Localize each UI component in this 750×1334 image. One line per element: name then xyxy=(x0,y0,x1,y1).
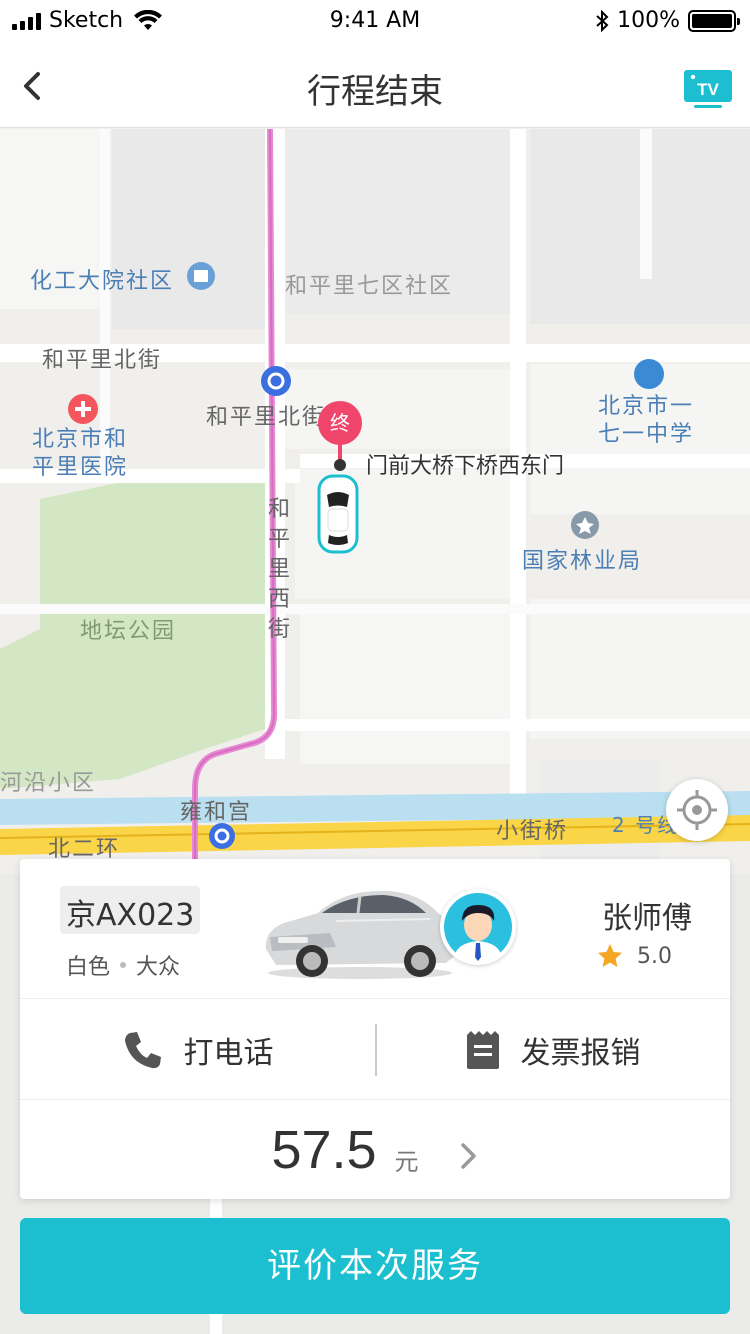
driver-avatar[interactable] xyxy=(440,889,516,965)
page-title: 行程结束 xyxy=(307,72,443,112)
driver-rating: 5.0 xyxy=(597,943,672,969)
driver-avatar-image xyxy=(444,893,512,961)
locate-button[interactable] xyxy=(666,779,728,841)
map-label-school: 北京市一七一中学 xyxy=(598,394,695,447)
crosshair-icon xyxy=(677,790,717,830)
invoice-label: 发票报销 xyxy=(520,1036,641,1071)
end-marker-dot xyxy=(334,459,346,471)
car-driver-row: 京AX023 白色 大众 张师傅 5.0 xyxy=(20,859,730,999)
end-marker-label: 终 xyxy=(330,411,350,435)
phone-icon xyxy=(124,1032,161,1069)
call-button[interactable]: 打电话 xyxy=(20,1000,375,1100)
map-label-hospital: 北京市和平里医院 xyxy=(32,427,129,480)
tv-icon[interactable]: TV xyxy=(684,70,732,110)
map-label-forestry: 国家林业局 xyxy=(522,549,643,574)
status-right: 100% xyxy=(595,8,740,33)
car-color: 白色 xyxy=(66,955,111,980)
price-amount: 57.5 xyxy=(271,1120,377,1180)
invoice-button[interactable]: 发票报销 xyxy=(375,1000,730,1100)
price-row[interactable]: 57.5 元 xyxy=(20,1101,730,1199)
driver-name: 张师傅 xyxy=(602,901,692,936)
map-label-hepingbei-2: 和平里北街 xyxy=(206,405,327,430)
battery-icon xyxy=(688,9,740,32)
separator-dot xyxy=(120,962,127,968)
license-plate: 京AX023 xyxy=(60,886,201,934)
car-brand: 大众 xyxy=(136,955,181,980)
map-label-chemical: 化工大院社区 xyxy=(30,269,175,294)
call-label: 打电话 xyxy=(183,1036,274,1071)
navigation-bar: 行程结束 TV xyxy=(0,44,750,128)
car-image xyxy=(265,890,457,979)
bluetooth-icon xyxy=(596,9,609,32)
rate-service-button[interactable]: 评价本次服务 xyxy=(20,1218,730,1314)
receipt-icon xyxy=(466,1031,499,1069)
destination-label: 门前大桥下桥西东门 xyxy=(366,454,565,479)
map-label-xiaojieqiao: 小街桥 xyxy=(496,819,569,844)
action-row: 打电话 发票报销 xyxy=(20,1000,730,1100)
rating-value: 5.0 xyxy=(637,943,672,969)
map-label-hepingbei: 和平里北街 xyxy=(42,348,163,373)
chevron-right-icon xyxy=(460,1143,476,1169)
tv-label: TV xyxy=(697,80,719,99)
trip-info-card: 京AX023 白色 大众 张师傅 5.0 打电话 发票报销 57.5 元 xyxy=(20,859,730,1199)
end-marker: 终 xyxy=(318,401,362,445)
map-label-ditan: 地坛公园 xyxy=(80,619,177,644)
map-label-hepingxi: 和平里西街 xyxy=(268,497,293,642)
status-bar: Sketch 9:41 AM 100% xyxy=(0,0,750,44)
battery-percent: 100% xyxy=(617,8,680,33)
star-icon xyxy=(598,944,622,967)
map-label-heping7: 和平里七区社区 xyxy=(285,274,454,299)
price-unit: 元 xyxy=(394,1147,419,1176)
car-description: 白色 大众 xyxy=(66,949,180,981)
map-label-heyan: 河沿小区 xyxy=(0,771,97,796)
map-label-yonghegong: 雍和宫 xyxy=(180,800,253,825)
car-marker-icon xyxy=(317,474,359,554)
